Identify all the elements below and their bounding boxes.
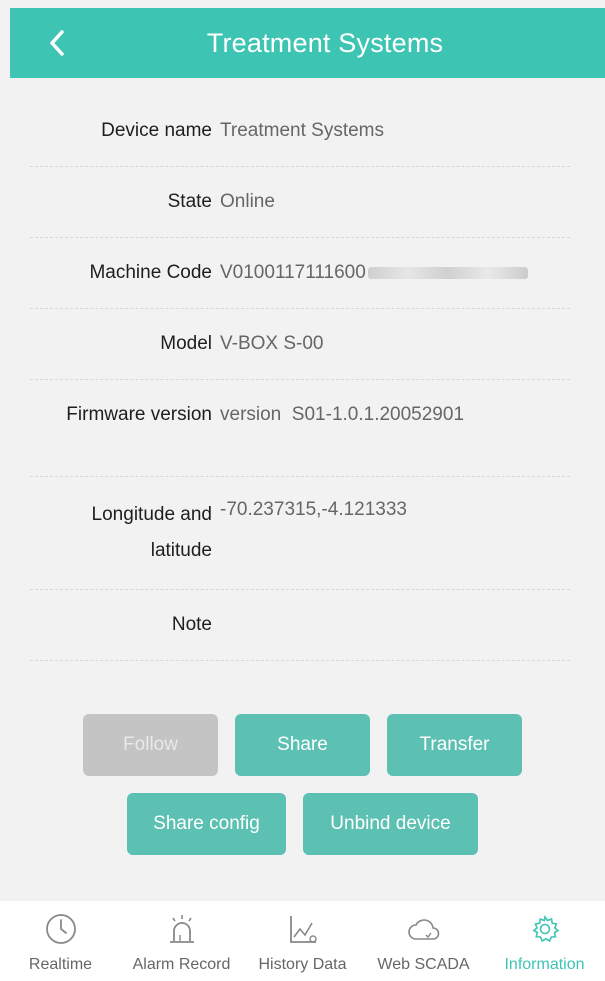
chart-icon [289, 916, 317, 943]
detail-label: Model [160, 333, 212, 354]
detail-value: Treatment Systems [220, 120, 385, 141]
tab-alarm-record[interactable]: Alarm Record [121, 901, 242, 981]
transfer-button[interactable]: Transfer [387, 714, 522, 776]
unbind-device-button[interactable]: Unbind device [303, 793, 478, 855]
chevron-left-icon [50, 30, 64, 56]
detail-label: Longitude and latitude [91, 504, 212, 561]
detail-row-state: State Online [30, 167, 570, 238]
detail-row-machine-code: Machine Code V0100117111600 [30, 238, 570, 309]
tab-web-scada[interactable]: Web SCADA [363, 901, 484, 981]
action-row-1: Follow Share Transfer [0, 714, 605, 776]
action-row-2: Share config Unbind device [0, 793, 605, 855]
detail-row-firmware: Firmware version version S01-1.0.1.20052… [30, 380, 570, 477]
detail-label: Firmware version [66, 404, 212, 425]
tab-history-data[interactable]: History Data [242, 901, 363, 981]
detail-row-model: Model V-BOX S-00 [30, 309, 570, 380]
device-details: Device name Treatment Systems State Onli… [30, 96, 570, 661]
cloud-icon [407, 919, 439, 940]
header-bar: Treatment Systems [10, 8, 605, 78]
detail-value: V-BOX S-00 [220, 333, 324, 354]
detail-label: Device name [101, 120, 212, 141]
tab-label: Information [504, 956, 585, 973]
tab-realtime[interactable]: Realtime [0, 901, 121, 981]
tab-information[interactable]: Information [484, 901, 605, 981]
tab-label: History Data [258, 956, 347, 973]
detail-value-wrap: V0100117111600 [220, 260, 570, 286]
share-button[interactable]: Share [235, 714, 370, 776]
bottom-tab-bar: Realtime Alarm Record History Data Web S… [0, 901, 605, 981]
clock-icon [45, 914, 76, 944]
machine-code-value: V0100117111600 [220, 262, 366, 283]
detail-value: version S01-1.0.1.20052901 [220, 404, 465, 425]
tab-label: Web SCADA [377, 956, 470, 973]
tab-label: Realtime [28, 956, 93, 973]
alarm-icon [169, 915, 194, 943]
detail-value: -70.237315,-4.121333 [220, 499, 407, 520]
detail-label: Machine Code [89, 262, 212, 283]
detail-row-device-name: Device name Treatment Systems [30, 96, 570, 167]
action-buttons: Follow Share Transfer Share config Unbin… [0, 714, 605, 855]
back-button[interactable] [40, 26, 74, 60]
detail-label: Note [171, 614, 212, 635]
share-config-button[interactable]: Share config [127, 793, 286, 855]
detail-label: State [167, 191, 212, 212]
gear-icon [531, 915, 559, 943]
redacted-mask [367, 266, 528, 279]
page-title: Treatment Systems [206, 27, 444, 58]
detail-row-note: Note [30, 590, 570, 661]
detail-value: Online [220, 191, 275, 212]
detail-value[interactable] [220, 612, 570, 638]
detail-row-location: Longitude and latitude -70.237315,-4.121… [30, 477, 570, 590]
follow-button[interactable]: Follow [83, 714, 218, 776]
tab-label: Alarm Record [132, 956, 231, 973]
